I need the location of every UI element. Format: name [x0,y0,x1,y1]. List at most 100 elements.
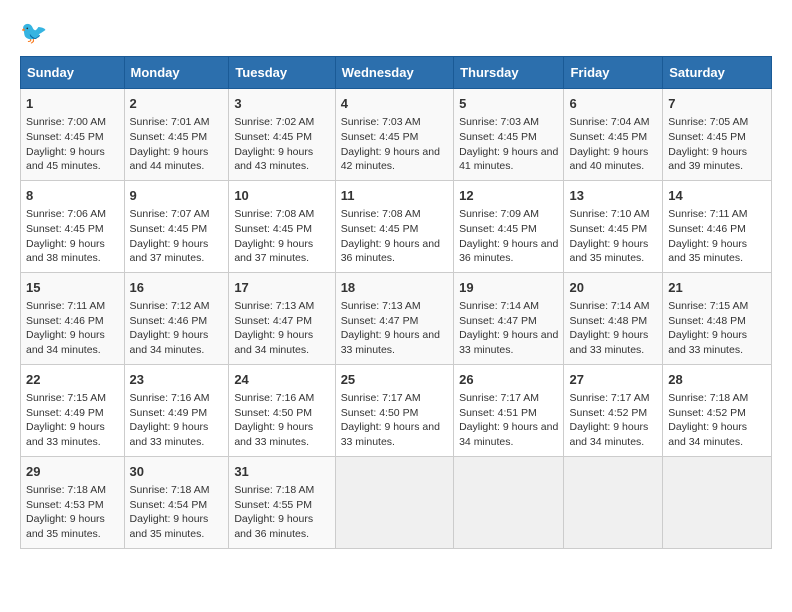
sunset-text: Sunset: 4:47 PM [234,314,329,329]
sunrise-text: Sunrise: 7:03 AM [341,115,448,130]
sunset-text: Sunset: 4:49 PM [130,406,224,421]
logo: 🐦 [20,20,51,46]
sunrise-text: Sunrise: 7:08 AM [341,207,448,222]
header-friday: Friday [564,57,663,89]
day-number: 8 [26,187,119,205]
day-number: 10 [234,187,329,205]
day-number: 29 [26,463,119,481]
day-number: 22 [26,371,119,389]
calendar-cell: 21Sunrise: 7:15 AMSunset: 4:48 PMDayligh… [663,272,772,364]
calendar-cell: 10Sunrise: 7:08 AMSunset: 4:45 PMDayligh… [229,180,335,272]
sunset-text: Sunset: 4:52 PM [569,406,657,421]
header-tuesday: Tuesday [229,57,335,89]
header-thursday: Thursday [454,57,564,89]
daylight-text: Daylight: 9 hours and 36 minutes. [341,237,448,266]
day-number: 4 [341,95,448,113]
sunrise-text: Sunrise: 7:18 AM [130,483,224,498]
day-number: 18 [341,279,448,297]
header-saturday: Saturday [663,57,772,89]
page-header: 🐦 [20,20,772,46]
sunset-text: Sunset: 4:47 PM [459,314,558,329]
daylight-text: Daylight: 9 hours and 40 minutes. [569,145,657,174]
daylight-text: Daylight: 9 hours and 37 minutes. [234,237,329,266]
sunrise-text: Sunrise: 7:16 AM [234,391,329,406]
sunset-text: Sunset: 4:55 PM [234,498,329,513]
daylight-text: Daylight: 9 hours and 33 minutes. [668,328,766,357]
day-number: 20 [569,279,657,297]
calendar-cell: 6 Sunrise: 7:04 AMSunset: 4:45 PMDaylight… [564,89,663,181]
calendar-week-row: 29Sunrise: 7:18 AMSunset: 4:53 PMDayligh… [21,456,772,548]
calendar-cell: 25Sunrise: 7:17 AMSunset: 4:50 PMDayligh… [335,364,453,456]
day-number: 26 [459,371,558,389]
sunset-text: Sunset: 4:46 PM [130,314,224,329]
daylight-text: Daylight: 9 hours and 35 minutes. [569,237,657,266]
calendar-cell: 12 Sunrise: 7:09 AMSunset: 4:45 PMDayligh… [454,180,564,272]
calendar-week-row: 1Sunrise: 7:00 AMSunset: 4:45 PMDaylight… [21,89,772,181]
sunrise-text: Sunrise: 7:18 AM [234,483,329,498]
day-number: 3 [234,95,329,113]
header-wednesday: Wednesday [335,57,453,89]
sunset-text: Sunset: 4:45 PM [26,130,119,145]
calendar-cell: 28Sunrise: 7:18 AMSunset: 4:52 PMDayligh… [663,364,772,456]
calendar-cell: 14Sunrise: 7:11 AMSunset: 4:46 PMDayligh… [663,180,772,272]
sunset-text: Sunset: 4:45 PM [459,222,558,237]
calendar-cell: 8 Sunrise: 7:06 AMSunset: 4:45 PMDaylight… [21,180,125,272]
calendar-week-row: 15Sunrise: 7:11 AMSunset: 4:46 PMDayligh… [21,272,772,364]
sunrise-text: Sunrise: 7:15 AM [26,391,119,406]
sunrise-text: Sunrise: 7:05 AM [668,115,766,130]
daylight-text: Daylight: 9 hours and 33 minutes. [341,328,448,357]
calendar-cell [663,456,772,548]
calendar-table: SundayMondayTuesdayWednesdayThursdayFrid… [20,56,772,549]
day-number: 6 [569,95,657,113]
sunset-text: Sunset: 4:45 PM [234,222,329,237]
sunrise-text: Sunrise: 7:11 AM [668,207,766,222]
day-number: 31 [234,463,329,481]
sunset-text: Sunset: 4:50 PM [234,406,329,421]
daylight-text: Daylight: 9 hours and 33 minutes. [26,420,119,449]
sunrise-text: Sunrise: 7:06 AM [26,207,119,222]
logo-bird-icon: 🐦 [20,20,47,46]
sunrise-text: Sunrise: 7:04 AM [569,115,657,130]
day-number: 17 [234,279,329,297]
sunset-text: Sunset: 4:46 PM [668,222,766,237]
calendar-cell: 29Sunrise: 7:18 AMSunset: 4:53 PMDayligh… [21,456,125,548]
sunrise-text: Sunrise: 7:17 AM [459,391,558,406]
daylight-text: Daylight: 9 hours and 34 minutes. [234,328,329,357]
calendar-cell [335,456,453,548]
sunrise-text: Sunrise: 7:17 AM [569,391,657,406]
day-number: 28 [668,371,766,389]
sunrise-text: Sunrise: 7:14 AM [569,299,657,314]
daylight-text: Daylight: 9 hours and 38 minutes. [26,237,119,266]
sunset-text: Sunset: 4:45 PM [569,130,657,145]
calendar-cell: 26Sunrise: 7:17 AMSunset: 4:51 PMDayligh… [454,364,564,456]
calendar-cell [454,456,564,548]
calendar-cell: 22 Sunrise: 7:15 AMSunset: 4:49 PMDayligh… [21,364,125,456]
daylight-text: Daylight: 9 hours and 33 minutes. [459,328,558,357]
header-monday: Monday [124,57,229,89]
calendar-cell: 20Sunrise: 7:14 AMSunset: 4:48 PMDayligh… [564,272,663,364]
calendar-cell: 7Sunrise: 7:05 AMSunset: 4:45 PMDaylight… [663,89,772,181]
day-number: 5 [459,95,558,113]
sunrise-text: Sunrise: 7:18 AM [668,391,766,406]
day-number: 11 [341,187,448,205]
sunset-text: Sunset: 4:45 PM [459,130,558,145]
day-number: 12 [459,187,558,205]
calendar-cell: 3Sunrise: 7:02 AMSunset: 4:45 PMDaylight… [229,89,335,181]
calendar-header-row: SundayMondayTuesdayWednesdayThursdayFrid… [21,57,772,89]
daylight-text: Daylight: 9 hours and 36 minutes. [459,237,558,266]
sunrise-text: Sunrise: 7:01 AM [130,115,224,130]
daylight-text: Daylight: 9 hours and 35 minutes. [668,237,766,266]
daylight-text: Daylight: 9 hours and 42 minutes. [341,145,448,174]
daylight-text: Daylight: 9 hours and 41 minutes. [459,145,558,174]
calendar-cell: 19Sunrise: 7:14 AMSunset: 4:47 PMDayligh… [454,272,564,364]
sunset-text: Sunset: 4:49 PM [26,406,119,421]
daylight-text: Daylight: 9 hours and 33 minutes. [234,420,329,449]
daylight-text: Daylight: 9 hours and 34 minutes. [459,420,558,449]
daylight-text: Daylight: 9 hours and 34 minutes. [130,328,224,357]
daylight-text: Daylight: 9 hours and 34 minutes. [26,328,119,357]
sunrise-text: Sunrise: 7:09 AM [459,207,558,222]
calendar-cell: 31Sunrise: 7:18 AMSunset: 4:55 PMDayligh… [229,456,335,548]
sunset-text: Sunset: 4:45 PM [26,222,119,237]
sunset-text: Sunset: 4:48 PM [668,314,766,329]
calendar-cell [564,456,663,548]
